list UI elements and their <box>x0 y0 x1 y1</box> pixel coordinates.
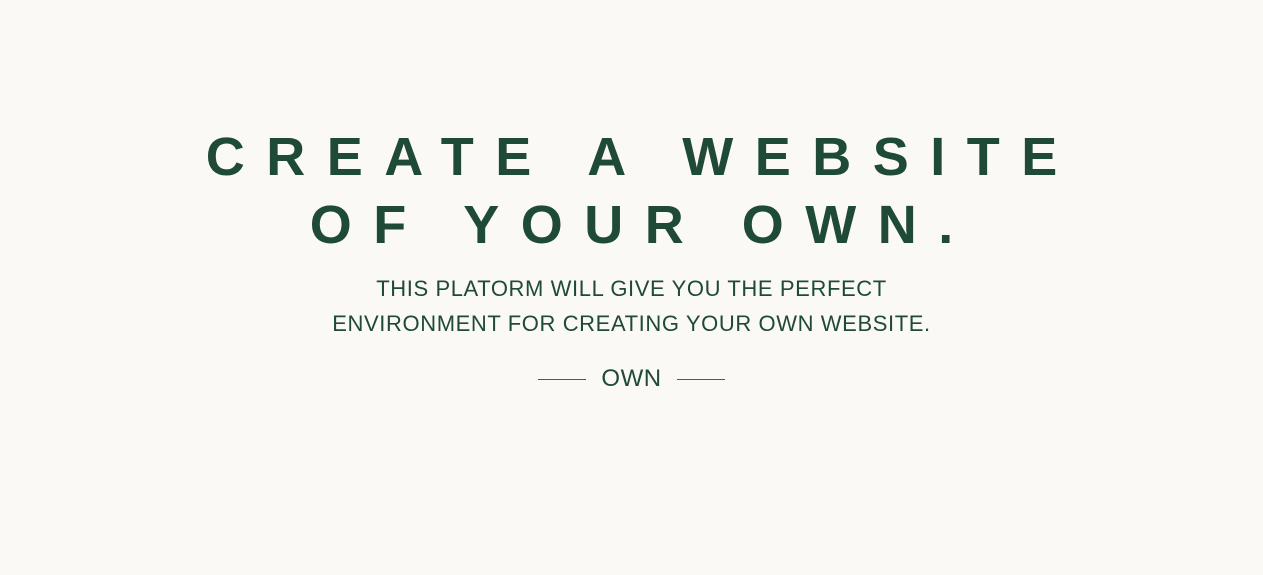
tagline: OWN <box>0 363 1263 395</box>
tagline-text: OWN <box>601 365 662 392</box>
hero-headline-line-2-text: OF YOUR OWN. <box>309 195 975 255</box>
hero-headline-line-1: CREATE A WEBSITE <box>0 123 1263 191</box>
hero-subtitle-line-1: THIS PLATORM WILL GIVE YOU THE PERFECT <box>376 276 887 301</box>
hero-headline-line-1-text: CREATE A WEBSITE <box>205 127 1079 187</box>
hero-subtitle-line-2: ENVIRONMENT FOR CREATING YOUR OWN WEBSIT… <box>332 311 931 336</box>
hero-headline-line-2: OF YOUR OWN. <box>0 191 1263 259</box>
tagline-left-rule <box>538 378 587 380</box>
hero-section: CREATE A WEBSITE OF YOUR OWN. THIS PLATO… <box>0 0 1263 575</box>
tagline-right-rule <box>676 378 725 380</box>
